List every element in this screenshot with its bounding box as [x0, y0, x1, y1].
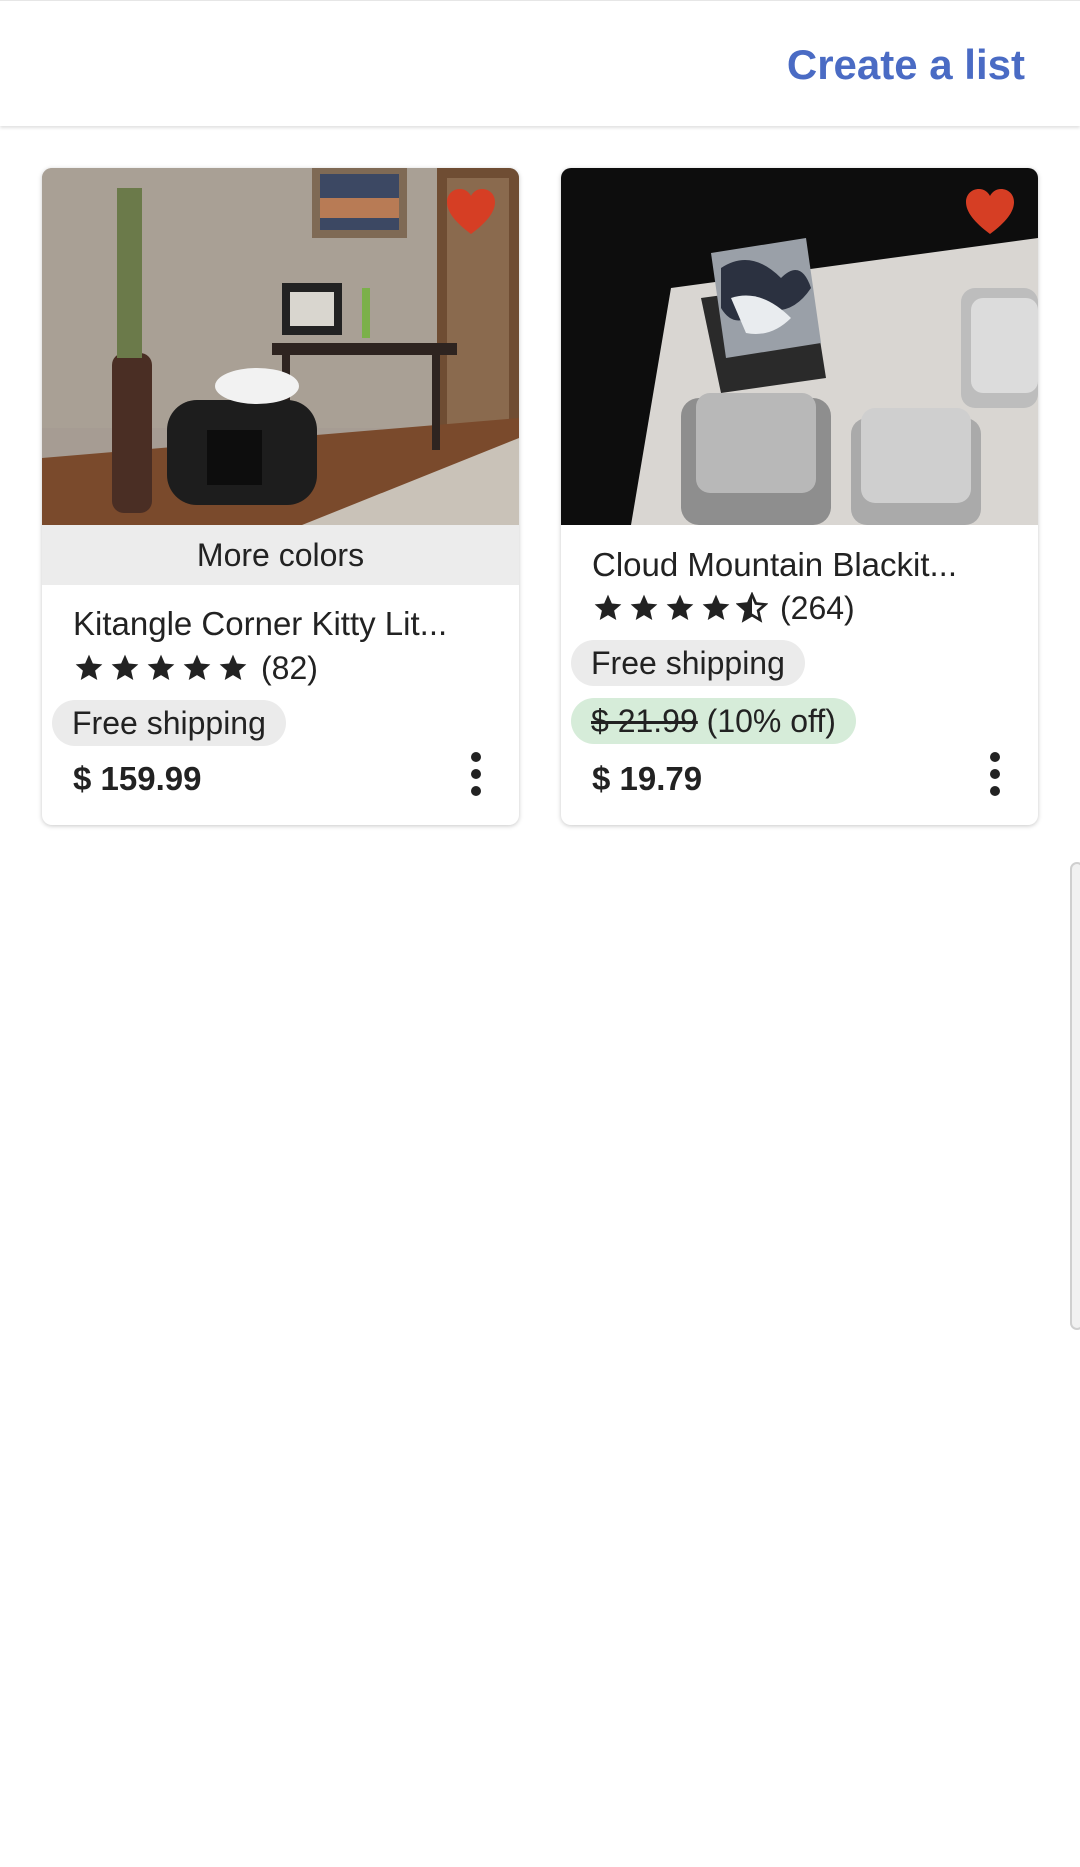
price: $ 159.99	[73, 760, 202, 797]
star-icon	[111, 654, 139, 680]
review-count: (82)	[261, 649, 318, 686]
review-count: (264)	[780, 589, 855, 626]
discount-percent: (10% off)	[706, 703, 836, 739]
star-icon	[630, 594, 658, 620]
star-half-icon	[736, 592, 768, 623]
star-icon	[75, 654, 103, 680]
more-options-icon[interactable]	[468, 752, 484, 796]
more-options-icon[interactable]	[987, 752, 1003, 796]
star-icon	[147, 654, 175, 680]
listing-card[interactable]: Cloud Mountain Blackit... (264) Free shi…	[561, 168, 1038, 825]
create-list-button[interactable]: Create a list	[787, 41, 1025, 89]
rating: (264)	[592, 588, 855, 628]
listing-image[interactable]	[561, 168, 1038, 525]
discount-badge: $ 21.99 (10% off)	[571, 698, 856, 744]
favorite-heart-icon[interactable]	[964, 188, 1016, 236]
star-rating	[592, 592, 772, 624]
free-shipping-badge: Free shipping	[52, 700, 286, 746]
free-shipping-badge: Free shipping	[571, 640, 805, 686]
more-colors-label[interactable]: More colors	[42, 525, 519, 585]
listing-card[interactable]: More colors Kitangle Corner Kitty Lit...…	[42, 168, 519, 825]
top-bar: Create a list	[0, 0, 1080, 126]
price: $ 19.79	[592, 760, 703, 797]
star-icon	[183, 654, 211, 680]
original-price: $ 21.99	[591, 703, 698, 739]
star-icon	[594, 594, 622, 620]
scrollbar[interactable]	[1070, 862, 1080, 1330]
listing-title[interactable]: Kitangle Corner Kitty Lit...	[73, 605, 493, 643]
listing-title[interactable]: Cloud Mountain Blackit...	[592, 546, 1012, 584]
star-icon	[702, 594, 730, 620]
star-icon	[666, 594, 694, 620]
rating: (82)	[73, 648, 318, 688]
favorite-heart-icon[interactable]	[445, 188, 497, 236]
star-rating	[73, 652, 253, 684]
listing-image[interactable]	[42, 168, 519, 525]
star-icon	[219, 654, 247, 680]
